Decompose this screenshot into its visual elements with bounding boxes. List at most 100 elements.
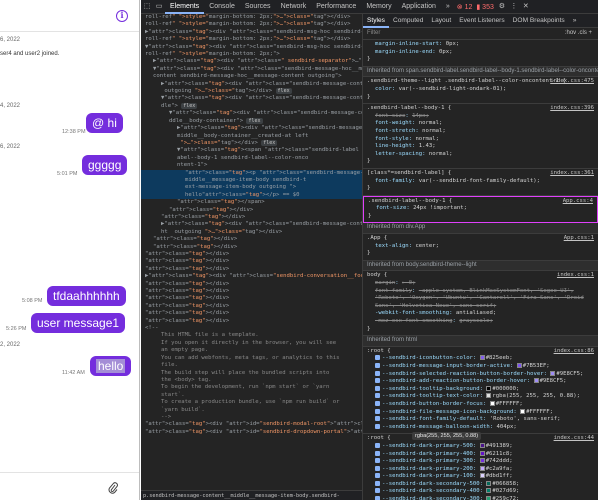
css-source-link[interactable]: index.css:361	[550, 170, 594, 178]
checkbox-icon[interactable]	[375, 385, 380, 391]
settings-gear-icon[interactable]: ⚙	[496, 0, 508, 14]
dom-node-line[interactable]: outgoing ">…">class="tag"></div> flex	[141, 88, 362, 95]
css-property[interactable]: color	[375, 86, 392, 92]
css-declaration[interactable]: --sendbird-dark-primary-300: #742ddd;	[367, 458, 594, 466]
css-value[interactable]: #491389;	[486, 443, 513, 449]
dom-node-line[interactable]: "attr">class="tag"></div>	[141, 310, 362, 317]
css-declaration[interactable]: margin: ▸ 0;	[367, 280, 594, 288]
css-rule[interactable]: :root {index.css:44 --sendbird-dark-prima…	[363, 434, 598, 500]
css-declaration[interactable]: --sendbird-dark-primary-400: #6211c8;	[367, 450, 594, 459]
css-declaration[interactable]: --sendbird-tooltip-background: #000000;	[367, 385, 594, 394]
dom-node-line[interactable]: "attr">class="tag"></div>	[141, 214, 362, 221]
css-property[interactable]: --sendbird-dark-primary-200	[382, 466, 473, 472]
css-property[interactable]: -webkit-font-smoothing	[375, 310, 449, 316]
message-input-area[interactable]	[0, 472, 139, 500]
css-property[interactable]: --sendbird-dark-primary-100	[382, 473, 473, 479]
css-property[interactable]: font-size	[375, 113, 405, 119]
color-swatch[interactable]	[486, 480, 492, 486]
css-declaration[interactable]: line-height: 1.43;	[367, 143, 594, 151]
dom-node-line[interactable]: ▼"attr">class="tag"><div "attr">class="s…	[141, 110, 362, 117]
dom-node-line[interactable]: "attr">class="tag"></div>	[141, 266, 362, 273]
tab-computed[interactable]: Computed	[389, 14, 427, 28]
styles-filter-input[interactable]: Filter :hov .cls +	[363, 28, 598, 40]
dom-node-line[interactable]: ▶"attr">class="tag"><div "attr">class="s…	[141, 29, 362, 36]
css-declaration[interactable]: font-stretch: normal;	[367, 128, 594, 136]
css-value[interactable]: #6211c8;	[486, 451, 513, 457]
checkbox-icon[interactable]	[375, 458, 380, 464]
css-value[interactable]: 14px;	[412, 113, 429, 119]
dom-node-line[interactable]: "attr">class="tag"><div "attr">id="sendb…	[141, 421, 362, 428]
checkbox-icon[interactable]	[375, 408, 380, 414]
tab-dom-breakpoints[interactable]: DOM Breakpoints	[509, 14, 569, 28]
css-declaration[interactable]: --sendbird-message-input-border-active: …	[367, 362, 594, 371]
css-property[interactable]: -moz-osx-font-smoothing	[375, 318, 452, 324]
css-value[interactable]: #027d69;	[492, 488, 519, 494]
css-source-link[interactable]: index.css:475	[550, 78, 594, 86]
css-declaration[interactable]: --sendbird-add-reaction-button-border-ho…	[367, 378, 594, 386]
dom-node-line[interactable]: "attr">class="tag"></div>	[141, 258, 362, 265]
css-property[interactable]: --sendbird-file-message-icon-background	[382, 409, 513, 415]
html-comment-line[interactable]: This HTML file is a template.	[141, 332, 362, 339]
color-swatch[interactable]	[533, 378, 539, 384]
css-source-link[interactable]: App.css:4	[563, 198, 593, 206]
dom-node-line[interactable]: roll-ref" ">style="margin-bottom: 2px;">…	[141, 21, 362, 28]
breadcrumb[interactable]: p.sendbird-message-content__middle__mess…	[141, 490, 362, 500]
checkbox-icon[interactable]	[375, 488, 380, 494]
flex-badge[interactable]: flex	[275, 88, 292, 95]
css-property[interactable]: --sendbird-selected-reaction-button-bord…	[382, 371, 544, 377]
css-source-link[interactable]: App.css:1	[564, 235, 594, 243]
css-value[interactable]: var(--sendbird-light-ondark-01);	[399, 86, 507, 92]
css-value[interactable]: center;	[415, 243, 439, 249]
checkbox-icon[interactable]	[375, 423, 380, 429]
color-swatch[interactable]	[479, 442, 485, 448]
css-value[interactable]: normal;	[415, 136, 439, 142]
css-declaration[interactable]: margin-inline-end: 0px;	[367, 49, 594, 57]
css-declaration[interactable]: font-size: 14px;	[367, 113, 594, 121]
css-declaration[interactable]: font-family: -apple-system, BlinkMacSyst…	[367, 288, 594, 311]
checkbox-icon[interactable]	[375, 393, 380, 399]
css-rule[interactable]: .sendbird-label--body-1 {App.css:4 font-s…	[363, 195, 598, 224]
html-comment-line[interactable]: -->	[141, 414, 362, 421]
css-rule[interactable]: body {index.css:1 margin: ▸ 0; font-family…	[363, 271, 598, 337]
html-comment-line[interactable]: file.	[141, 362, 362, 369]
selected-dom-node[interactable]: "attr">class="tag"><p "attr">class="send…	[141, 169, 362, 200]
tab-event-listeners[interactable]: Event Listeners	[455, 14, 508, 28]
dom-node-line[interactable]: "attr">class="tag"></div>	[141, 295, 362, 302]
css-selector[interactable]: .sendbird-label--body-1 {	[368, 198, 593, 206]
css-declaration[interactable]: --sendbird-dark-secondary-500: #066858;	[367, 480, 594, 489]
html-comment-line[interactable]: To begin the development, run `npm start…	[141, 384, 362, 391]
css-rule[interactable]: .sendbird-label--body-1 {index.css:396 fo…	[363, 104, 598, 169]
more-tabs-button[interactable]: »	[441, 0, 455, 14]
css-rule[interactable]: .sendbird-theme--light .sendbird-label--…	[363, 77, 598, 105]
color-swatch[interactable]	[486, 496, 492, 500]
tab-styles[interactable]: Styles	[363, 14, 389, 28]
css-property[interactable]: --sendbird-font-family-default	[382, 416, 483, 422]
css-value[interactable]: 'Roboto', sans-serif;	[490, 416, 561, 422]
css-declaration[interactable]: --sendbird-selected-reaction-button-bord…	[367, 370, 594, 379]
css-declaration[interactable]: --sendbird-message-balloon-width: 404px;	[367, 423, 594, 432]
flex-badge[interactable]: flex	[246, 117, 263, 124]
css-declaration[interactable]: font-size: 24px !important;	[368, 205, 593, 213]
checkbox-icon[interactable]	[375, 480, 380, 486]
css-value[interactable]: #066858;	[492, 481, 519, 487]
message-bubble[interactable]: ggggg	[82, 155, 128, 176]
css-declaration[interactable]: letter-spacing: normal;	[367, 151, 594, 159]
dom-node-line[interactable]: <!--	[141, 325, 362, 332]
css-rule[interactable]: [class*=sendbird-label] {index.css:361 fo…	[363, 169, 598, 196]
css-source-link[interactable]: index.css:396	[550, 105, 594, 113]
css-value[interactable]: ▸ 0;	[402, 280, 415, 286]
color-swatch[interactable]	[479, 355, 485, 361]
message-bubble[interactable]: hello	[90, 356, 132, 377]
css-declaration[interactable]: font-family: var(--sendbird-font-family-…	[367, 178, 594, 186]
checkbox-icon[interactable]	[375, 400, 380, 406]
css-property[interactable]: font-family	[375, 288, 412, 294]
paperclip-icon[interactable]	[108, 482, 118, 494]
css-declaration[interactable]: --sendbird-font-family-default: 'Roboto'…	[367, 416, 594, 424]
dom-node-line[interactable]: ddle__body-container"> flex	[141, 117, 362, 125]
css-value[interactable]: normal;	[429, 151, 453, 157]
dom-node-line[interactable]: roll-ref" ">style="margin-bottom: 2px;">…	[141, 36, 362, 43]
dom-node-line[interactable]: content sendbird-message-hoc__message-co…	[141, 73, 362, 80]
css-value[interactable]: #742ddd;	[486, 458, 513, 464]
css-rule[interactable]: :root {index.css:86 --sendbird-iconbutton…	[363, 347, 598, 435]
css-property[interactable]: --sendbird-tooltip-background	[382, 386, 480, 392]
